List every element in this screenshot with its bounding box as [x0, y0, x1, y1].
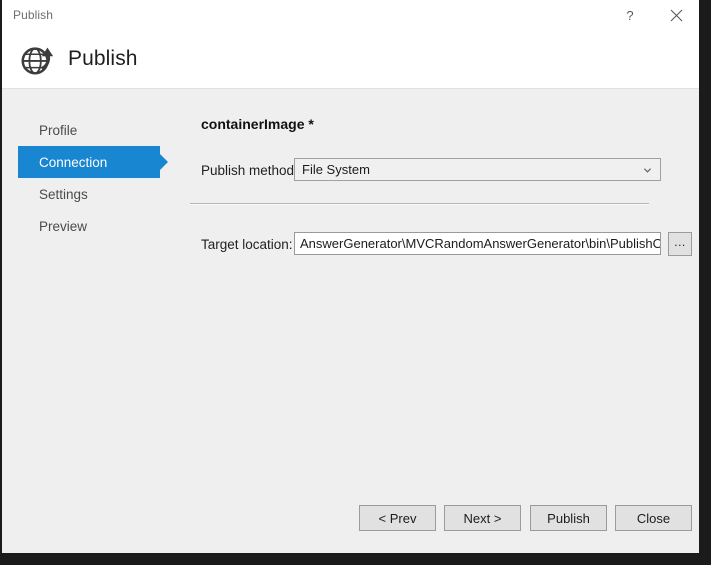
- dialog-footer: < Prev Next > Publish Close: [2, 505, 699, 531]
- sidebar-item-settings[interactable]: Settings: [18, 178, 160, 210]
- dialog-body: Profile Connection Settings Preview cont…: [2, 90, 699, 553]
- page-title: Publish: [68, 47, 138, 71]
- publish-button[interactable]: Publish: [530, 505, 607, 531]
- publish-method-select[interactable]: File System: [294, 158, 661, 181]
- wizard-main-pane: containerImage * Publish method: File Sy…: [178, 90, 699, 553]
- browse-button[interactable]: ...: [668, 232, 692, 256]
- wizard-sidebar: Profile Connection Settings Preview: [2, 90, 178, 553]
- close-button[interactable]: [653, 0, 699, 31]
- target-location-value: AnswerGenerator\MVCRandomAnswerGenerator…: [295, 236, 661, 251]
- target-location-label: Target location:: [201, 237, 287, 252]
- help-button[interactable]: ?: [607, 0, 653, 31]
- sidebar-item-preview[interactable]: Preview: [18, 210, 160, 242]
- close-dialog-button[interactable]: Close: [615, 505, 692, 531]
- publish-dialog-window: Publish ? Publish Profile: [0, 0, 699, 553]
- sidebar-item-label: Profile: [39, 123, 77, 138]
- publish-method-value: File System: [295, 162, 370, 177]
- title-bar: Publish ?: [2, 0, 699, 31]
- sidebar-item-label: Settings: [39, 187, 88, 202]
- question-mark-icon: ?: [626, 8, 633, 23]
- dialog-header: Publish: [2, 31, 699, 89]
- publish-method-label: Publish method:: [201, 163, 287, 178]
- sidebar-item-profile[interactable]: Profile: [18, 114, 160, 146]
- sidebar-item-label: Connection: [39, 155, 107, 170]
- close-x-icon: [670, 9, 683, 22]
- next-button[interactable]: Next >: [444, 505, 521, 531]
- section-divider: [190, 203, 649, 205]
- target-location-input[interactable]: AnswerGenerator\MVCRandomAnswerGenerator…: [294, 232, 661, 255]
- chevron-down-icon: [643, 165, 652, 174]
- globe-publish-icon: [18, 41, 56, 79]
- sidebar-item-label: Preview: [39, 219, 87, 234]
- section-title: containerImage *: [201, 116, 314, 132]
- prev-button[interactable]: < Prev: [359, 505, 436, 531]
- window-title: Publish: [13, 8, 53, 22]
- sidebar-item-connection[interactable]: Connection: [18, 146, 160, 178]
